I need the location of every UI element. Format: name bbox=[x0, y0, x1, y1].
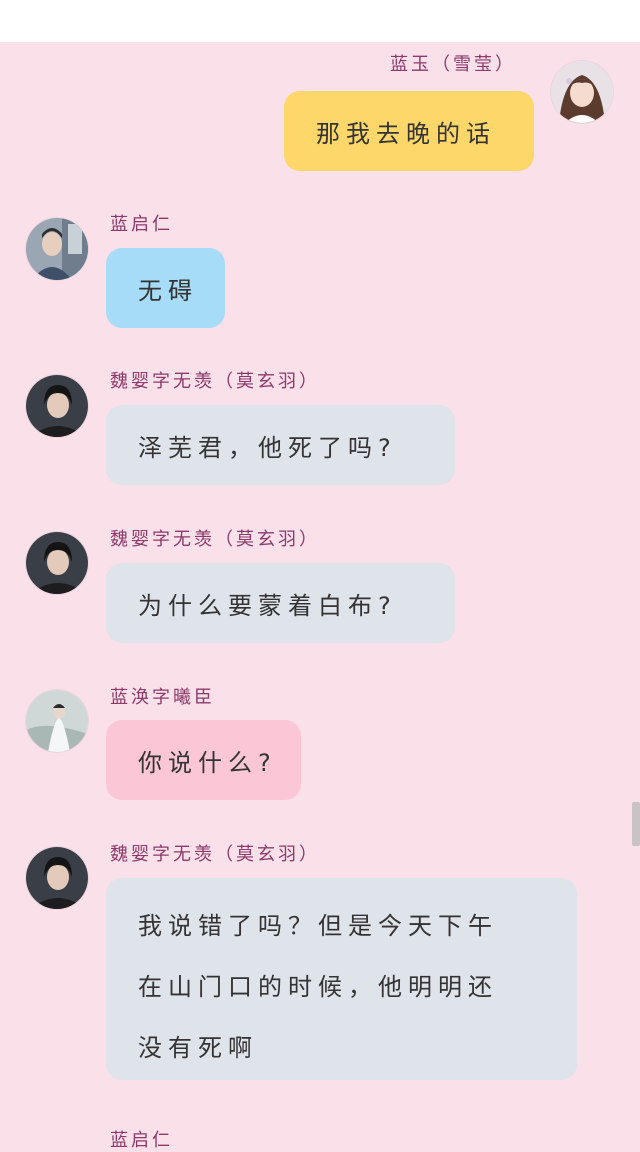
avatar[interactable] bbox=[26, 690, 88, 752]
avatar[interactable] bbox=[26, 375, 88, 437]
sender-name: 魏婴字无羡（莫玄羽） bbox=[110, 844, 320, 865]
message-text-line: 我说错了吗？但是今天下午 bbox=[138, 912, 498, 940]
scrollbar[interactable] bbox=[632, 802, 640, 846]
avatar-young-man-icon bbox=[26, 375, 88, 437]
message-text-line: 没有死啊 bbox=[138, 1034, 258, 1062]
message-text: 无碍 bbox=[138, 276, 198, 305]
sender-name: 魏婴字无羡（莫玄羽） bbox=[110, 529, 320, 550]
avatar[interactable] bbox=[26, 847, 88, 909]
top-status-bar bbox=[0, 0, 640, 42]
sender-name: 蓝涣字曦臣 bbox=[110, 687, 215, 708]
message-bubble: 无碍 bbox=[106, 248, 225, 328]
message-text-line: 在山门口的时候，他明明还 bbox=[138, 973, 498, 1001]
avatar-young-man-icon bbox=[26, 847, 88, 909]
message-text: 为什么要蒙着白布? bbox=[138, 591, 397, 620]
sender-name: 蓝启仁 bbox=[110, 1130, 173, 1151]
message-text: 那我去晚的话 bbox=[316, 119, 496, 148]
avatar[interactable] bbox=[26, 218, 88, 280]
avatar-girl-icon bbox=[551, 61, 613, 123]
avatar[interactable] bbox=[26, 532, 88, 594]
message-bubble: 你说什么? bbox=[106, 720, 301, 800]
message-bubble: 为什么要蒙着白布? bbox=[106, 563, 455, 643]
avatar-young-man-icon bbox=[26, 532, 88, 594]
message-bubble: 我说错了吗？但是今天下午 在山门口的时候，他明明还 没有死啊 bbox=[106, 878, 577, 1080]
sender-name: 魏婴字无羡（莫玄羽） bbox=[110, 371, 320, 392]
message-bubble: 那我去晚的话 bbox=[284, 91, 534, 171]
message-text: 你说什么? bbox=[138, 748, 277, 777]
sender-name: 蓝启仁 bbox=[110, 214, 173, 235]
avatar-white-robed-icon bbox=[26, 690, 88, 752]
avatar-elder-icon bbox=[26, 218, 88, 280]
sender-name: 蓝玉（雪莹） bbox=[390, 54, 516, 75]
message-text: 泽芜君，他死了吗? bbox=[138, 433, 397, 462]
message-bubble: 泽芜君，他死了吗? bbox=[106, 405, 455, 485]
avatar[interactable] bbox=[551, 61, 613, 123]
